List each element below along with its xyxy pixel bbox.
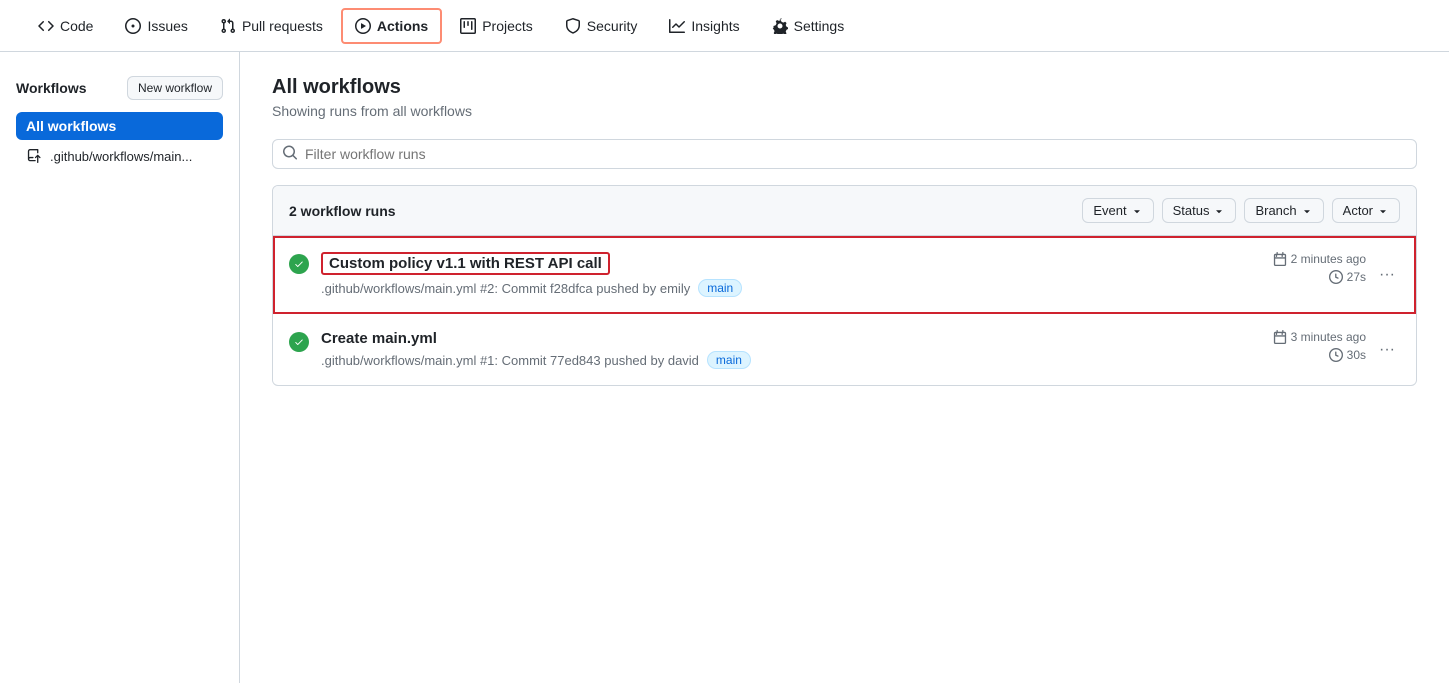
sidebar-header: Workflows New workflow bbox=[16, 76, 223, 100]
runs-table: 2 workflow runs Event Status Branch bbox=[272, 185, 1417, 386]
issues-icon bbox=[125, 18, 141, 34]
run-info-2: Create main.yml .github/workflows/main.y… bbox=[321, 330, 1236, 369]
branch-filter-label: Branch bbox=[1255, 203, 1296, 218]
projects-icon bbox=[460, 18, 476, 34]
run-status-success-icon-1 bbox=[289, 254, 309, 274]
run-more-button-1[interactable]: ··· bbox=[1374, 262, 1400, 288]
insights-icon bbox=[669, 18, 685, 34]
workflow-item-label: .github/workflows/main... bbox=[50, 149, 192, 164]
runs-table-header: 2 workflow runs Event Status Branch bbox=[273, 186, 1416, 236]
main-layout: Workflows New workflow All workflows .gi… bbox=[0, 52, 1449, 683]
settings-icon bbox=[772, 18, 788, 34]
sidebar-item-all-workflows[interactable]: All workflows bbox=[16, 112, 223, 140]
nav-code[interactable]: Code bbox=[24, 8, 107, 44]
nav-pr-label: Pull requests bbox=[242, 18, 323, 34]
chevron-down-icon bbox=[1377, 205, 1389, 217]
nav-pull-requests[interactable]: Pull requests bbox=[206, 8, 337, 44]
run-title-1[interactable]: Custom policy v1.1 with REST API call bbox=[321, 252, 610, 275]
event-filter-button[interactable]: Event bbox=[1082, 198, 1153, 223]
runs-count: 2 workflow runs bbox=[289, 203, 396, 219]
pr-icon bbox=[220, 18, 236, 34]
run-time-ago-2: 3 minutes ago bbox=[1273, 330, 1366, 344]
run-branch-badge-2[interactable]: main bbox=[707, 351, 751, 369]
page-subtitle: Showing runs from all workflows bbox=[272, 103, 1417, 119]
clock-icon bbox=[1329, 270, 1343, 284]
nav-projects[interactable]: Projects bbox=[446, 8, 547, 44]
page-title: All workflows bbox=[272, 76, 1417, 99]
run-timing-2: 3 minutes ago 30s bbox=[1236, 330, 1366, 362]
actor-filter-label: Actor bbox=[1343, 203, 1373, 218]
sidebar-item-main-workflow[interactable]: .github/workflows/main... bbox=[16, 142, 223, 170]
status-filter-label: Status bbox=[1173, 203, 1210, 218]
nav-settings[interactable]: Settings bbox=[758, 8, 859, 44]
run-status-success-icon-2 bbox=[289, 332, 309, 352]
top-nav: Code Issues Pull requests Actions bbox=[0, 0, 1449, 52]
nav-actions[interactable]: Actions bbox=[341, 8, 442, 44]
nav-security[interactable]: Security bbox=[551, 8, 652, 44]
new-workflow-button[interactable]: New workflow bbox=[127, 76, 223, 100]
actor-filter-button[interactable]: Actor bbox=[1332, 198, 1400, 223]
run-meta-path-2: .github/workflows/main.yml #1: Commit 77… bbox=[321, 353, 699, 368]
run-meta-1: .github/workflows/main.yml #2: Commit f2… bbox=[321, 279, 1236, 297]
nav-issues-label: Issues bbox=[147, 18, 187, 34]
status-filter-button[interactable]: Status bbox=[1162, 198, 1237, 223]
run-duration-text-1: 27s bbox=[1347, 270, 1366, 284]
run-duration-2: 30s bbox=[1329, 348, 1366, 362]
actions-icon bbox=[355, 18, 371, 34]
chevron-down-icon bbox=[1213, 205, 1225, 217]
nav-code-label: Code bbox=[60, 18, 93, 34]
run-title-2[interactable]: Create main.yml bbox=[321, 330, 1236, 347]
run-meta-2: .github/workflows/main.yml #1: Commit 77… bbox=[321, 351, 1236, 369]
nav-issues[interactable]: Issues bbox=[111, 8, 201, 44]
event-filter-label: Event bbox=[1093, 203, 1126, 218]
run-row-1[interactable]: Custom policy v1.1 with REST API call .g… bbox=[273, 236, 1416, 314]
nav-settings-label: Settings bbox=[794, 18, 845, 34]
chevron-down-icon bbox=[1131, 205, 1143, 217]
branch-filter-button[interactable]: Branch bbox=[1244, 198, 1323, 223]
run-time-ago-text-1: 2 minutes ago bbox=[1291, 252, 1366, 266]
run-duration-text-2: 30s bbox=[1347, 348, 1366, 362]
run-more-button-2[interactable]: ··· bbox=[1374, 337, 1400, 363]
code-icon bbox=[38, 18, 54, 34]
run-time-ago-text-2: 3 minutes ago bbox=[1291, 330, 1366, 344]
filter-container bbox=[272, 139, 1417, 169]
run-row-2[interactable]: Create main.yml .github/workflows/main.y… bbox=[273, 314, 1416, 385]
run-info-1: Custom policy v1.1 with REST API call .g… bbox=[321, 252, 1236, 297]
filter-workflow-runs-input[interactable] bbox=[272, 139, 1417, 169]
runs-filters: Event Status Branch Actor bbox=[1082, 198, 1400, 223]
all-workflows-label: All workflows bbox=[26, 118, 116, 134]
workflow-icon bbox=[26, 148, 42, 164]
sidebar-title: Workflows bbox=[16, 80, 87, 96]
clock-icon bbox=[1329, 348, 1343, 362]
run-meta-path-1: .github/workflows/main.yml #2: Commit f2… bbox=[321, 281, 690, 296]
sidebar: Workflows New workflow All workflows .gi… bbox=[0, 52, 240, 683]
search-icon bbox=[282, 145, 298, 164]
calendar-icon bbox=[1273, 252, 1287, 266]
run-time-ago-1: 2 minutes ago bbox=[1273, 252, 1366, 266]
run-branch-badge-1[interactable]: main bbox=[698, 279, 742, 297]
run-duration-1: 27s bbox=[1329, 270, 1366, 284]
security-icon bbox=[565, 18, 581, 34]
chevron-down-icon bbox=[1301, 205, 1313, 217]
nav-projects-label: Projects bbox=[482, 18, 533, 34]
content-area: All workflows Showing runs from all work… bbox=[240, 52, 1449, 683]
run-timing-1: 2 minutes ago 27s bbox=[1236, 252, 1366, 284]
nav-security-label: Security bbox=[587, 18, 638, 34]
nav-actions-label: Actions bbox=[377, 18, 428, 34]
calendar-icon bbox=[1273, 330, 1287, 344]
nav-insights[interactable]: Insights bbox=[655, 8, 753, 44]
nav-insights-label: Insights bbox=[691, 18, 739, 34]
